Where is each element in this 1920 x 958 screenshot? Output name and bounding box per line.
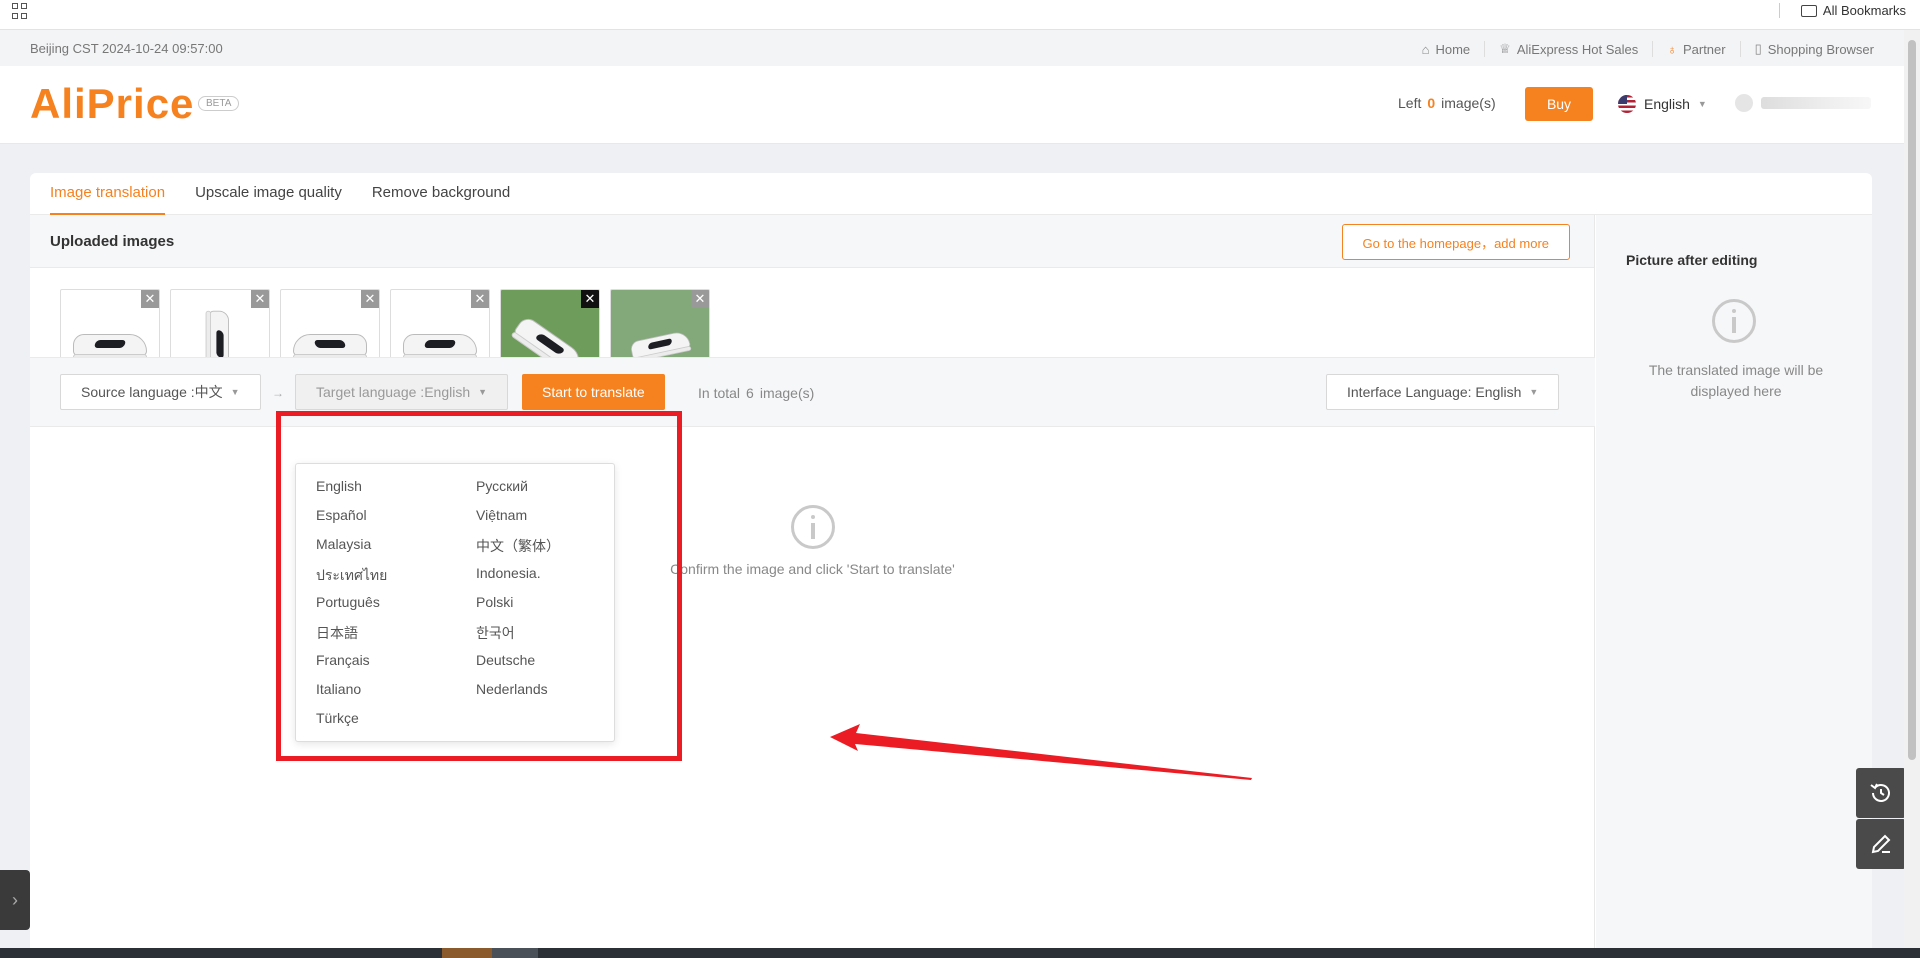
workspace-panel: Uploaded images Go to the homepage，add m…	[30, 215, 1595, 958]
tab-remove-background[interactable]: Remove background	[372, 173, 510, 215]
top-info-bar: Beijing CST 2024-10-24 09:57:00 ⌂ Home ♕…	[0, 30, 1904, 66]
crown-icon: ♕	[1499, 41, 1511, 56]
buy-button[interactable]: Buy	[1525, 87, 1593, 121]
remove-image-icon[interactable]: ✕	[471, 290, 489, 308]
interface-language-label: Interface Language: English	[1347, 384, 1522, 400]
taskbar-app[interactable]	[442, 948, 492, 958]
all-bookmarks-button[interactable]: All Bookmarks	[1800, 3, 1906, 18]
top-link-label: AliExpress Hot Sales	[1516, 41, 1639, 57]
tool-tabs: Image translation Upscale image quality …	[30, 173, 1872, 215]
total-suffix: image(s)	[759, 385, 815, 401]
phone-icon: ▯	[1754, 41, 1762, 56]
beta-badge: BETA	[198, 96, 240, 111]
start-translate-button[interactable]: Start to translate	[522, 374, 665, 410]
chevron-down-icon: ▼	[230, 387, 240, 397]
chevron-down-icon: ▼	[1529, 387, 1539, 397]
uploaded-images-header: Uploaded images Go to the homepage，add m…	[30, 215, 1594, 268]
chevron-right-icon: ›	[12, 889, 18, 910]
remove-image-icon[interactable]: ✕	[581, 290, 599, 308]
remove-image-icon[interactable]: ✕	[691, 290, 709, 308]
top-link-partner[interactable]: ♁ Partner	[1653, 41, 1741, 57]
left-prefix: Left	[1398, 95, 1422, 111]
language-label: English	[1644, 96, 1690, 112]
interface-language-select[interactable]: Interface Language: English ▼	[1326, 374, 1560, 410]
top-link-label: Partner	[1682, 41, 1726, 57]
taskbar-app[interactable]	[492, 948, 538, 958]
tab-image-translation[interactable]: Image translation	[50, 173, 166, 215]
arrow-right-icon: →	[272, 386, 284, 400]
home-icon: ⌂	[1421, 41, 1430, 57]
pencil-icon	[1871, 834, 1891, 854]
info-icon	[1712, 299, 1756, 343]
edit-button[interactable]	[1856, 819, 1906, 869]
empty-state-text: Confirm the image and click 'Start to tr…	[670, 561, 955, 577]
history-button[interactable]	[1856, 768, 1906, 818]
result-panel: Picture after editing The translated ima…	[1596, 215, 1872, 958]
total-count: 6	[746, 385, 754, 401]
source-language-label: Source language :中文	[81, 384, 223, 400]
username-blurred	[1761, 97, 1871, 109]
avatar	[1735, 94, 1753, 112]
chevron-down-icon: ▼	[1697, 99, 1707, 109]
folder-icon	[1800, 4, 1817, 17]
all-bookmarks-label: All Bookmarks	[1822, 3, 1906, 18]
left-count-number: 0	[1427, 95, 1436, 111]
bookmark-bar: All Bookmarks	[0, 0, 1920, 30]
top-link-hot-sales[interactable]: ♕ AliExpress Hot Sales	[1485, 41, 1654, 57]
chevron-down-icon: ▼	[478, 387, 488, 397]
translation-controls: Source language :中文 ▼ → Target language …	[30, 357, 1595, 427]
language-selector[interactable]: English ▼	[1618, 95, 1707, 113]
remove-image-icon[interactable]: ✕	[251, 290, 269, 308]
aliprice-logo[interactable]: AliPrice	[30, 80, 194, 128]
history-icon	[1870, 783, 1890, 802]
shoe-image	[403, 328, 477, 360]
result-panel-title: Picture after editing	[1626, 252, 1758, 268]
money-bag-icon: ♁	[1667, 41, 1677, 57]
info-icon	[790, 505, 835, 549]
bookmark-divider	[1779, 3, 1780, 18]
target-language-select[interactable]: Target language :English ▼	[295, 374, 509, 410]
scrollbar-thumb[interactable]	[1908, 40, 1916, 760]
expand-sidebar-button[interactable]: ›	[0, 870, 30, 930]
go-homepage-add-more-button[interactable]: Go to the homepage，add more	[1341, 224, 1570, 260]
timezone-clock: Beijing CST 2024-10-24 09:57:00	[30, 41, 223, 56]
remove-image-icon[interactable]: ✕	[361, 290, 379, 308]
site-header: AliPrice BETA Left 0 image(s) Buy English …	[0, 66, 1904, 144]
tab-upscale-image-quality[interactable]: Upscale image quality	[195, 173, 342, 215]
apps-grid-icon[interactable]	[12, 3, 28, 19]
top-link-label: Shopping Browser	[1767, 41, 1874, 57]
uploaded-images-title: Uploaded images	[50, 233, 175, 250]
total-images: In total 6 image(s)	[698, 385, 814, 401]
page-scrollbar[interactable]	[1904, 30, 1920, 958]
top-link-shopping-browser[interactable]: ▯ Shopping Browser	[1741, 41, 1874, 57]
source-language-select[interactable]: Source language :中文 ▼	[60, 374, 261, 410]
us-flag-icon	[1618, 95, 1636, 113]
left-suffix: image(s)	[1441, 95, 1496, 111]
remove-image-icon[interactable]: ✕	[141, 290, 159, 308]
annotation-highlight-box	[276, 411, 682, 761]
remaining-images: Left 0 image(s)	[1398, 95, 1496, 111]
annotation-arrow	[830, 724, 1252, 780]
top-link-home[interactable]: ⌂ Home	[1408, 41, 1486, 57]
top-link-label: Home	[1435, 41, 1471, 57]
user-account[interactable]	[1735, 94, 1871, 112]
shoe-image	[293, 328, 367, 360]
empty-state: Confirm the image and click 'Start to tr…	[30, 505, 1595, 577]
os-taskbar	[0, 948, 1920, 958]
target-language-label: Target language :English	[316, 384, 471, 400]
result-placeholder-text: The translated image will be displayed h…	[1648, 362, 1824, 399]
shoe-image	[73, 328, 147, 360]
top-links: ⌂ Home ♕ AliExpress Hot Sales ♁ Partner …	[1408, 41, 1874, 57]
total-prefix: In total	[698, 385, 741, 401]
